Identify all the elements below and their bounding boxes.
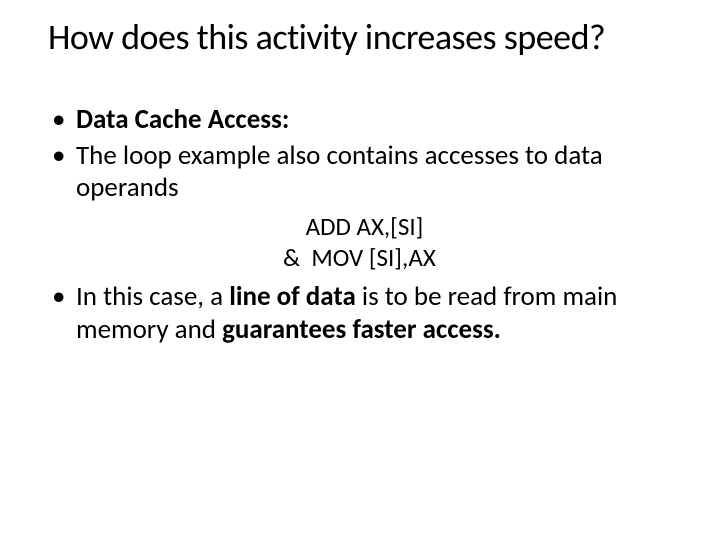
bullet-text: Data Cache Access: — [76, 103, 289, 136]
bullet-list-2: In this case, a line of data is to be re… — [48, 281, 672, 346]
bullet-text-pre: In this case, a — [76, 280, 229, 313]
bullet-text: The loop example also contains accesses … — [76, 139, 603, 204]
bullet-line-of-data: In this case, a line of data is to be re… — [48, 281, 672, 346]
bullet-text-bold2: guarantees faster access. — [222, 313, 501, 346]
code-amp: & — [283, 242, 300, 273]
bullet-list: Data Cache Access: The loop example also… — [48, 104, 672, 205]
slide: How does this activity increases speed? … — [0, 0, 720, 540]
code-line-mov: & MOV [SI],AX — [283, 242, 672, 273]
code-block: ADD AX,[SI] & MOV [SI],AX — [48, 211, 672, 274]
bullet-text-bold: line of data — [229, 280, 356, 313]
bullet-data-cache: Data Cache Access: — [48, 104, 672, 136]
slide-title: How does this activity increases speed? — [48, 18, 672, 58]
bullet-loop-example: The loop example also contains accesses … — [48, 140, 672, 205]
code-text — [283, 211, 306, 242]
code-text: ADD AX,[SI] — [306, 211, 424, 242]
code-text — [300, 242, 311, 273]
code-text: MOV [SI],AX — [311, 242, 435, 273]
code-line-add: ADD AX,[SI] — [283, 211, 672, 242]
